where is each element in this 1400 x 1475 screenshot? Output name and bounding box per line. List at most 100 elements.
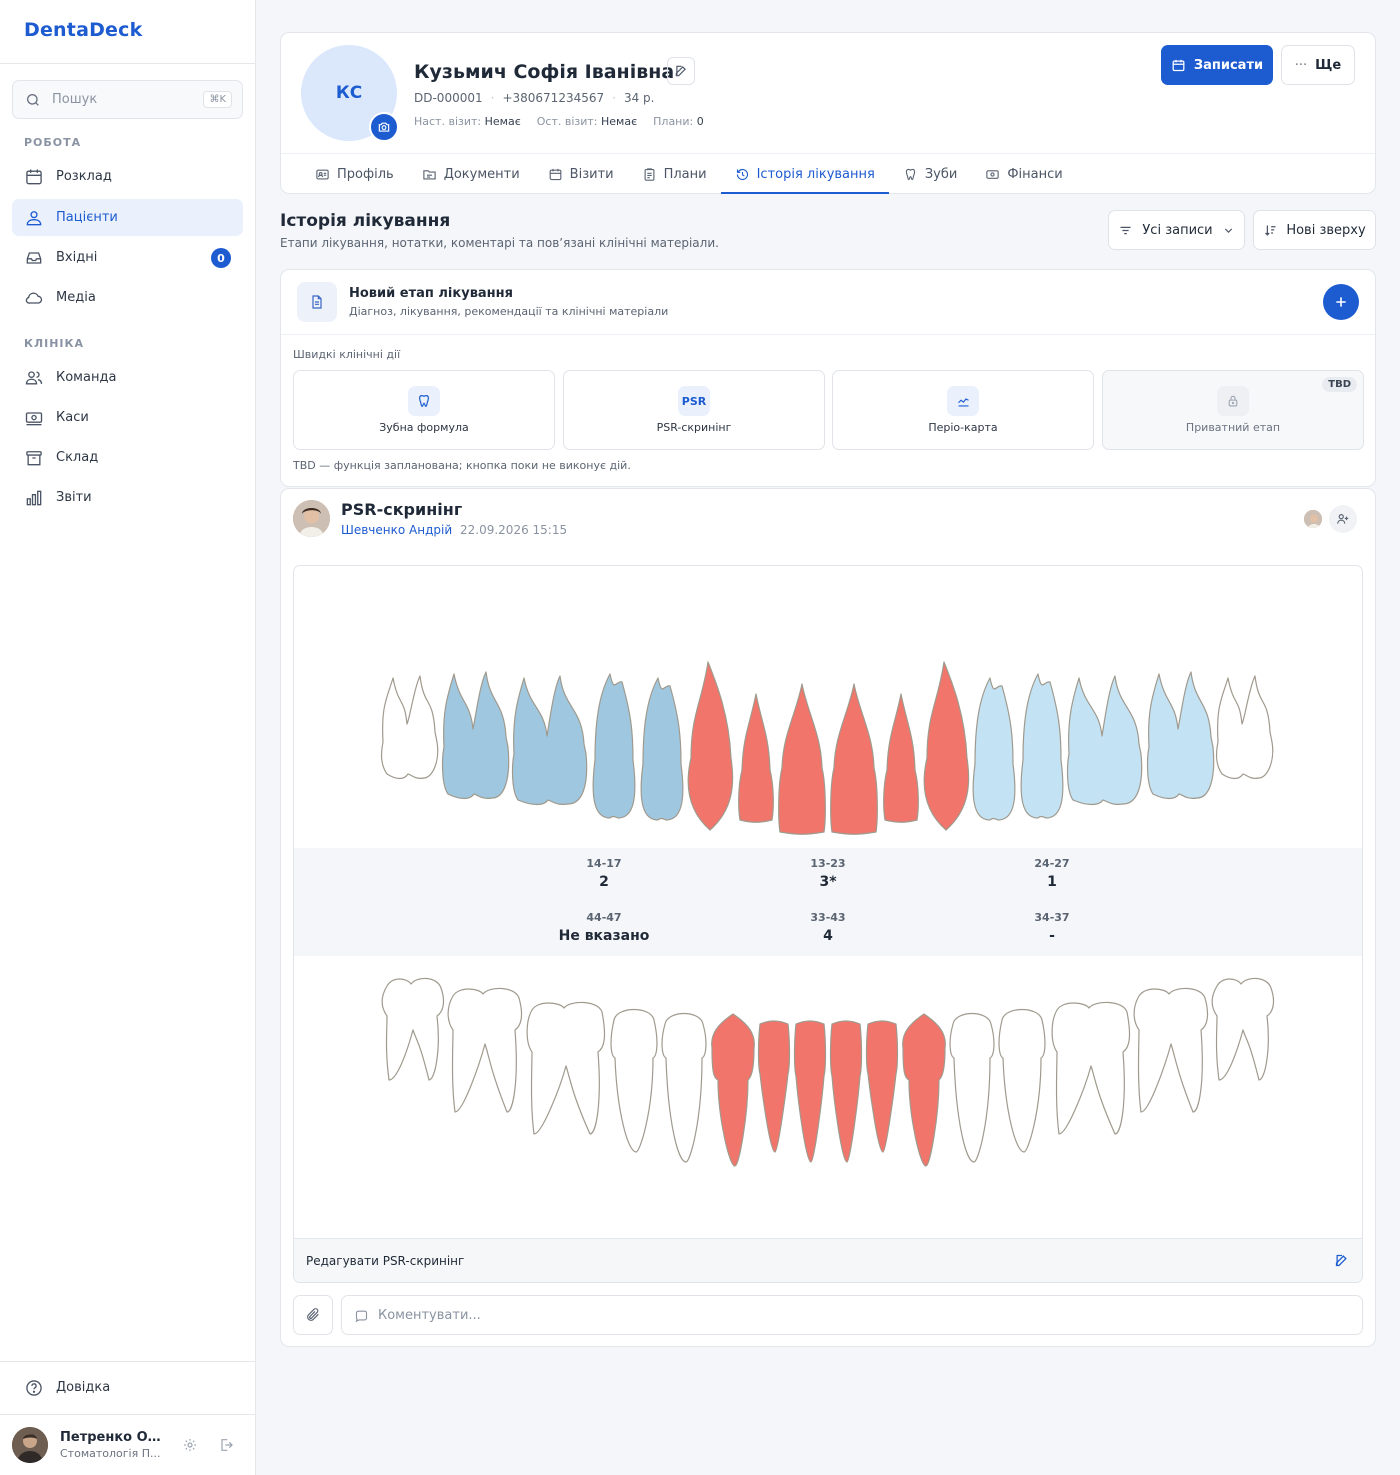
- sidebar-item-cash[interactable]: Каси: [12, 399, 243, 436]
- search-input[interactable]: Пошук ⌘K: [12, 80, 243, 119]
- sidebar-item-label: Звіти: [56, 490, 92, 505]
- sextant-label: 34-37: [1034, 911, 1070, 924]
- team-icon: [25, 370, 43, 384]
- page-subtitle: Етапи лікування, нотатки, коментарі та п…: [280, 236, 719, 250]
- current-user: Петренко Ол... Стоматологія П...: [12, 1426, 244, 1464]
- new-stage-subtitle: Діагноз, лікування, рекомендації та клін…: [349, 305, 669, 318]
- comment-input[interactable]: Коментувати...: [341, 1295, 1363, 1335]
- logout-icon[interactable]: [218, 1437, 234, 1453]
- patient-name: Кузьмич Софія Іванівна: [414, 61, 675, 83]
- sidebar-item-help[interactable]: Довідка: [12, 1369, 243, 1406]
- entry-author-link[interactable]: Шевченко Андрій: [341, 523, 452, 537]
- more-actions-button[interactable]: ··· Ще: [1281, 45, 1355, 85]
- lower-tooth: [711, 1013, 755, 1167]
- upper-tooth: [830, 683, 878, 835]
- section-label-work: РОБОТА: [24, 136, 82, 149]
- edit-psr-label: Редагувати PSR-скринінг: [306, 1253, 465, 1268]
- quick-action-perio-chart[interactable]: Періо-карта: [832, 370, 1094, 450]
- clipboard-icon: [644, 167, 655, 181]
- sidebar-item-reports[interactable]: Звіти: [12, 479, 243, 516]
- last-visit-label: Ост. візит:: [536, 115, 598, 128]
- last-visit-value: Немає: [601, 115, 638, 128]
- quick-action-private-stage[interactable]: TBD Приватний етап: [1102, 370, 1364, 450]
- user-avatar[interactable]: [12, 1427, 48, 1463]
- psr-sextant-scores: 14-17 2 13-23 3* 24-27 1 44-47 Не вказано 33…: [294, 848, 1362, 956]
- patient-age: 34 р.: [623, 91, 655, 105]
- sidebar-item-schedule[interactable]: Розклад: [12, 158, 243, 195]
- upper-tooth: [1215, 675, 1274, 780]
- user-name: Петренко Ол...: [60, 1430, 166, 1445]
- author-avatar[interactable]: [293, 500, 330, 537]
- tab-treatment-history[interactable]: Історія лікування: [720, 154, 890, 194]
- paperclip-icon: [307, 1308, 319, 1321]
- perio-chart-icon: [947, 386, 979, 416]
- upper-tooth: [1066, 675, 1143, 806]
- psr-icon: PSR: [678, 386, 710, 416]
- sidebar-item-team[interactable]: Команда: [12, 359, 243, 396]
- edit-icon: [1335, 1254, 1347, 1267]
- calendar-icon: [1172, 59, 1185, 71]
- book-appointment-button[interactable]: Записати: [1161, 45, 1273, 85]
- gear-icon[interactable]: [182, 1437, 198, 1453]
- cloud-icon: [25, 292, 43, 304]
- inbox-icon: [26, 251, 42, 264]
- calendar-icon: [26, 169, 42, 184]
- tab-teeth[interactable]: Зуби: [889, 154, 972, 194]
- sort-order-button[interactable]: Нові зверху: [1253, 210, 1376, 250]
- calendar-icon: [549, 168, 562, 180]
- edit-psr-button[interactable]: Редагувати PSR-скринінг: [294, 1238, 1362, 1282]
- add-stage-button[interactable]: [1323, 284, 1359, 320]
- upload-photo-button[interactable]: [369, 112, 399, 142]
- quick-action-dental-formula[interactable]: Зубна формула: [293, 370, 555, 450]
- lower-tooth: [1133, 987, 1209, 1113]
- patient-header-card: КС Кузьмич Софія Іванівна DD-000001 · +3…: [280, 32, 1376, 194]
- tab-finance[interactable]: Фінанси: [971, 154, 1076, 194]
- tab-profile[interactable]: Профіль: [301, 154, 408, 194]
- sextant-value: 3*: [819, 874, 837, 890]
- tab-plans[interactable]: Плани: [628, 154, 721, 194]
- attach-file-button[interactable]: [293, 1295, 333, 1335]
- sextant-value: 2: [599, 874, 609, 890]
- tab-label: Документи: [443, 166, 520, 182]
- lower-tooth: [381, 977, 445, 1081]
- quick-actions-label: Швидкі клінічні дії: [293, 348, 401, 361]
- sidebar-item-label: Пацієнти: [56, 210, 118, 225]
- sidebar-item-inbox[interactable]: Вхідні 0: [12, 239, 243, 276]
- user-plus-icon: [1337, 514, 1349, 524]
- edit-icon: [675, 65, 686, 77]
- participant-avatar[interactable]: [1303, 509, 1323, 529]
- tab-visits[interactable]: Візити: [534, 154, 628, 194]
- sort-label: Нові зверху: [1286, 222, 1366, 238]
- patient-id: DD-000001: [414, 91, 483, 105]
- id-card-icon: [316, 169, 329, 179]
- divider: [0, 63, 255, 64]
- tab-label: Профіль: [337, 166, 394, 182]
- quick-action-label: Періо-карта: [928, 421, 998, 434]
- psr-chart: 14-17 2 13-23 3* 24-27 1 44-47 Не вказано 33…: [293, 565, 1363, 1283]
- new-stage-card: Новий етап лікування Діагноз, лікування,…: [280, 269, 1376, 487]
- patient-phone[interactable]: +380671234567: [502, 91, 604, 105]
- edit-patient-button[interactable]: [667, 57, 695, 85]
- lower-tooth: [949, 1012, 995, 1163]
- lower-tooth: [998, 1008, 1046, 1153]
- quick-action-psr[interactable]: PSR PSR-скринінг: [563, 370, 825, 450]
- upper-tooth: [738, 693, 774, 823]
- upper-tooth: [923, 661, 970, 831]
- upper-tooth: [1020, 673, 1064, 819]
- records-filter-select[interactable]: Усі записи: [1108, 210, 1245, 250]
- sidebar-item-warehouse[interactable]: Склад: [12, 439, 243, 476]
- add-participant-button[interactable]: [1329, 505, 1357, 533]
- app-logo[interactable]: DentaDeck: [24, 19, 142, 41]
- sidebar-item-patients[interactable]: Пацієнти: [12, 199, 243, 236]
- search-placeholder: Пошук: [52, 92, 98, 107]
- sidebar-item-media[interactable]: Медіа: [12, 279, 243, 316]
- sextant-44-47: 44-47 Не вказано: [544, 911, 664, 944]
- lower-tooth: [902, 1013, 946, 1167]
- sidebar-item-label: Медіа: [56, 290, 96, 305]
- sidebar: DentaDeck Пошук ⌘K РОБОТА Розклад Пацієн…: [0, 0, 256, 1475]
- lower-jaw-diagram: [381, 977, 1275, 1167]
- new-stage-title: Новий етап лікування: [349, 286, 513, 301]
- lower-tooth: [1051, 1001, 1131, 1135]
- upper-tooth: [511, 675, 588, 806]
- tab-documents[interactable]: Документи: [408, 154, 534, 194]
